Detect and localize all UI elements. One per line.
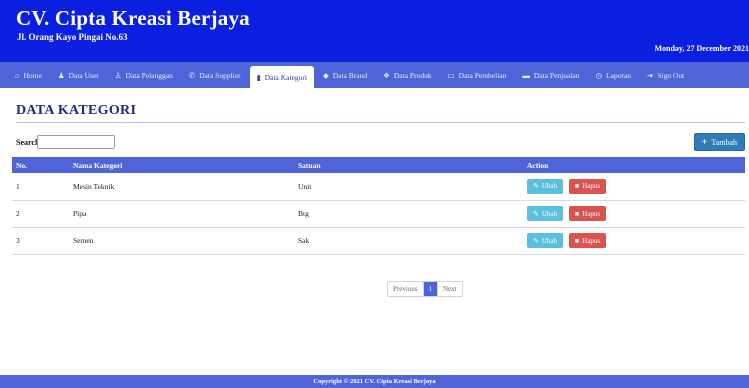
current-date: Monday, 27 December 2021 <box>654 44 749 53</box>
cell-nama-kategori: Semen <box>73 236 94 245</box>
nav-label: Data Pelanggan <box>125 70 173 80</box>
nav-label: Data Pembelian <box>458 70 507 80</box>
cell-nama-kategori: Pipa <box>73 209 87 218</box>
tag-icon: ◆ <box>322 70 329 80</box>
cell-no: 2 <box>16 209 20 218</box>
credit-card-icon: ▭ <box>447 70 455 80</box>
edit-icon: ✎ <box>533 209 539 218</box>
edit-button[interactable]: ✎ Ubah <box>527 206 564 221</box>
nav-label: Data User <box>68 70 99 80</box>
table-row: 1 Mesin Teknik Unit ✎ Ubah ■ Hapus <box>12 173 745 200</box>
nav-item-data-brand[interactable]: ◆ Data Brand <box>316 64 374 86</box>
user-icon: ♟ <box>57 70 65 80</box>
delete-button[interactable]: ■ Hapus <box>568 233 607 248</box>
nav-label: Data Kategori <box>264 72 307 82</box>
plus-icon: + <box>701 136 708 148</box>
main-nav: ⌂ Home ♟ Data User ♙ Data Pelanggan ✆ Da… <box>0 62 749 88</box>
column-header-no[interactable]: No. <box>12 157 69 173</box>
cell-action: ✎ Ubah ■ Hapus <box>523 200 745 227</box>
table-row: 2 Pipa Btg ✎ Ubah ■ Hapus <box>12 200 745 227</box>
cubes-icon: ❖ <box>383 70 390 80</box>
nav-item-data-produk[interactable]: ❖ Data Produk <box>376 64 438 86</box>
nav-item-data-kategori[interactable]: ▮ Data Kategori <box>249 66 314 88</box>
add-button[interactable]: + Tambah <box>693 133 745 151</box>
cell-no: 1 <box>16 181 20 191</box>
pagination-previous[interactable]: Previous <box>388 282 423 296</box>
app-header: CV. Cipta Kreasi Berjaya Jl. Orang Kayo … <box>0 0 749 62</box>
nav-label: Home <box>23 70 42 80</box>
nav-item-home[interactable]: ⌂ Home <box>8 64 49 86</box>
delete-button-label: Hapus <box>582 209 601 218</box>
nav-label: Data Supplier <box>199 70 241 80</box>
delete-button-label: Hapus <box>582 236 601 245</box>
footer-copyright: Copyright © 2021 CV. Cipta Kreasi Berjay… <box>0 375 749 388</box>
trash-icon: ■ <box>574 209 580 218</box>
delete-button[interactable]: ■ Hapus <box>568 206 607 221</box>
kategori-table: No. Nama Kategori Satuan Action 1 Mesin … <box>12 157 745 255</box>
home-icon: ⌂ <box>15 70 20 80</box>
trash-icon: ■ <box>574 236 580 245</box>
column-header-nama-kategori[interactable]: Nama Kategori <box>69 157 294 173</box>
cell-satuan: Unit <box>298 181 312 191</box>
trash-icon: ■ <box>574 182 580 191</box>
bookmark-icon: ▮ <box>256 72 261 82</box>
nav-item-sign-out[interactable]: ➜ Sign Out <box>640 64 691 86</box>
add-button-label: Tambah <box>711 137 737 147</box>
edit-button-label: Ubah <box>541 182 558 191</box>
edit-button-label: Ubah <box>541 209 558 218</box>
company-name: CV. Cipta Kreasi Berjaya <box>16 6 250 30</box>
table-header-row: No. Nama Kategori Satuan Action <box>12 157 745 173</box>
sign-out-icon: ➜ <box>647 70 654 80</box>
column-header-action: Action <box>527 160 549 170</box>
pagination-page-current[interactable]: 1 <box>422 282 437 296</box>
pagination: Previous 1 Next <box>387 281 463 297</box>
cell-action: ✎ Ubah ■ Hapus <box>523 173 745 200</box>
nav-item-data-supplier[interactable]: ✆ Data Supplier <box>182 64 248 86</box>
cell-satuan: Sak <box>298 236 310 245</box>
cart-icon: ▬ <box>522 70 530 80</box>
title-divider <box>16 122 745 123</box>
column-header-satuan[interactable]: Satuan <box>294 157 523 173</box>
nav-item-data-pembelian[interactable]: ▭ Data Pembelian <box>441 64 514 86</box>
company-address: Jl. Orang Kayo Pingai No.63 <box>17 32 128 42</box>
edit-icon: ✎ <box>533 236 539 245</box>
nav-label: Sign Out <box>657 70 685 80</box>
edit-icon: ✎ <box>533 182 539 191</box>
edit-button-label: Ubah <box>541 236 558 245</box>
cell-satuan: Btg <box>298 209 309 218</box>
nav-label: Data Penjualan <box>533 70 580 80</box>
users-icon: ♙ <box>114 70 122 80</box>
nav-item-data-pelanggan[interactable]: ♙ Data Pelanggan <box>108 64 180 86</box>
report-icon: ◷ <box>595 70 603 80</box>
edit-button[interactable]: ✎ Ubah <box>527 178 564 194</box>
search-input[interactable] <box>37 135 115 149</box>
edit-button[interactable]: ✎ Ubah <box>527 233 564 248</box>
cell-action: ✎ Ubah ■ Hapus <box>523 227 745 254</box>
phone-icon: ✆ <box>188 70 196 80</box>
delete-button-label: Hapus <box>582 182 601 191</box>
cell-nama-kategori: Mesin Teknik <box>73 181 115 191</box>
nav-item-data-penjualan[interactable]: ▬ Data Penjualan <box>515 64 586 86</box>
nav-label: Data Brand <box>332 70 368 80</box>
delete-button[interactable]: ■ Hapus <box>568 178 607 194</box>
nav-item-data-user[interactable]: ♟ Data User <box>51 64 106 86</box>
page-title: DATA KATEGORI <box>16 103 137 118</box>
nav-item-laporan[interactable]: ◷ Laporan <box>588 64 638 86</box>
pagination-next[interactable]: Next <box>437 282 462 296</box>
nav-label: Laporan <box>606 70 632 80</box>
cell-no: 3 <box>16 236 20 245</box>
nav-label: Data Produk <box>393 70 432 80</box>
table-row: 3 Semen Sak ✎ Ubah ■ Hapus <box>12 227 745 254</box>
